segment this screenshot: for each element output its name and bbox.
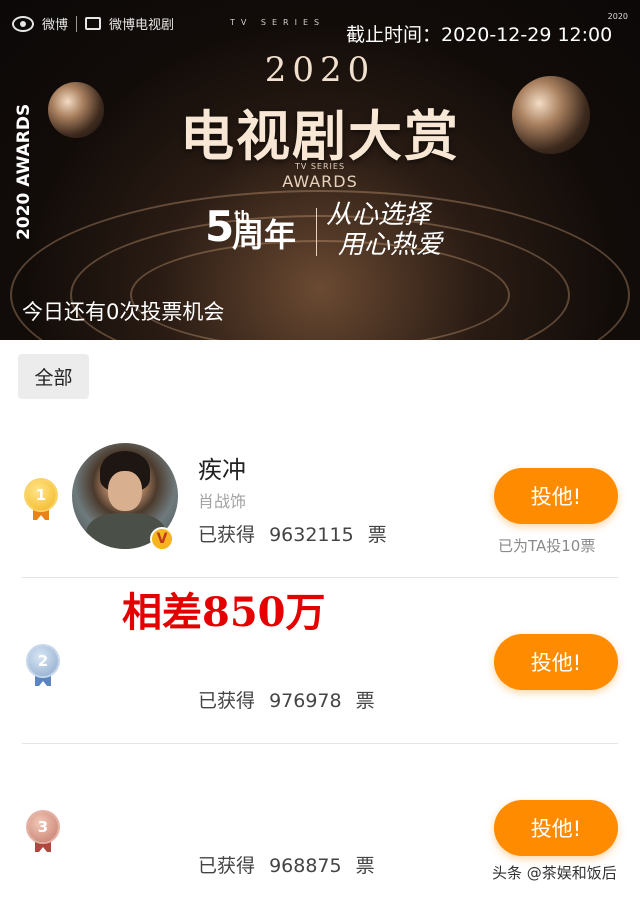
votes-remaining-text: 今日还有0次投票机会 <box>22 300 225 324</box>
vote-count: 已获得 9632115 票 <box>198 520 387 547</box>
medal-rank-number: 2 <box>28 646 58 676</box>
row-divider <box>22 577 618 578</box>
vote-count-label: 已获得 <box>198 855 256 877</box>
weibo-logo-text: 微博 <box>42 18 69 33</box>
vote-count-unit: 票 <box>355 855 375 877</box>
vote-count-label: 已获得 <box>198 690 256 712</box>
row-divider <box>22 743 618 744</box>
tv-icon <box>85 17 102 30</box>
medal-rank-number: 3 <box>28 812 58 842</box>
slogan: 从心选择 用心热爱 <box>326 200 442 260</box>
vote-difference-annotation: 相差850万 <box>122 589 326 636</box>
rank-2-medal-icon: 2 <box>28 646 58 690</box>
vote-button[interactable]: 投他! <box>494 800 618 856</box>
vote-count-unit: 票 <box>355 690 375 712</box>
vote-count-unit: 票 <box>367 524 387 546</box>
anniversary-number: 5 <box>205 202 235 251</box>
watermark: 头条 @茶娱和饭后 <box>492 864 617 882</box>
vote-count-value: 968875 <box>269 855 342 877</box>
vote-button[interactable]: 投他! <box>494 634 618 690</box>
vote-count-value: 976978 <box>269 690 342 712</box>
slogan-line-1: 从心选择 <box>326 200 431 230</box>
tv-series-caption: TV SERIES <box>230 18 326 27</box>
logo-separator <box>76 15 78 32</box>
weibo-tv-logo-text: 微博电视剧 <box>109 18 175 33</box>
avatar-face <box>108 471 142 511</box>
weibo-icon <box>12 15 34 32</box>
filter-all-button[interactable]: 全部 <box>18 354 89 399</box>
vote-count-value: 9632115 <box>269 524 354 546</box>
candidate-role: 肖战饰 <box>198 492 247 511</box>
voted-note: 已为TA投10票 <box>498 537 596 555</box>
award-title: 电视剧大赏 <box>180 105 460 168</box>
award-subtitle: AWARDS <box>282 172 358 191</box>
event-banner: 微博 微博电视剧 TV SERIES 2020 截止时间：2020-12-29 … <box>0 0 640 340</box>
candidate-name: 疾冲 <box>198 456 246 484</box>
anniversary-word: 周年 <box>232 216 297 254</box>
slogan-line-2: 用心热爱 <box>338 230 443 260</box>
anniversary-word-wrap: 周年 <box>232 214 296 256</box>
vote-count: 已获得 976978 票 <box>198 686 375 713</box>
award-subtitle-small: TV SERIES <box>294 162 346 171</box>
vote-count: 已获得 968875 票 <box>198 851 375 878</box>
deadline-text: 截止时间：2020-12-29 12:00 <box>346 24 613 46</box>
rank-1-medal-icon: 1 <box>26 480 56 524</box>
vote-count-label: 已获得 <box>198 524 256 546</box>
vote-button[interactable]: 投他! <box>494 468 618 524</box>
weibo-logo: 微博 微博电视剧 <box>12 14 174 33</box>
award-year: 2020 <box>264 50 376 90</box>
verified-badge-icon: V <box>150 527 174 551</box>
medal-rank-number: 1 <box>26 480 56 510</box>
slogan-divider <box>316 208 317 256</box>
rank-3-medal-icon: 3 <box>28 812 58 856</box>
